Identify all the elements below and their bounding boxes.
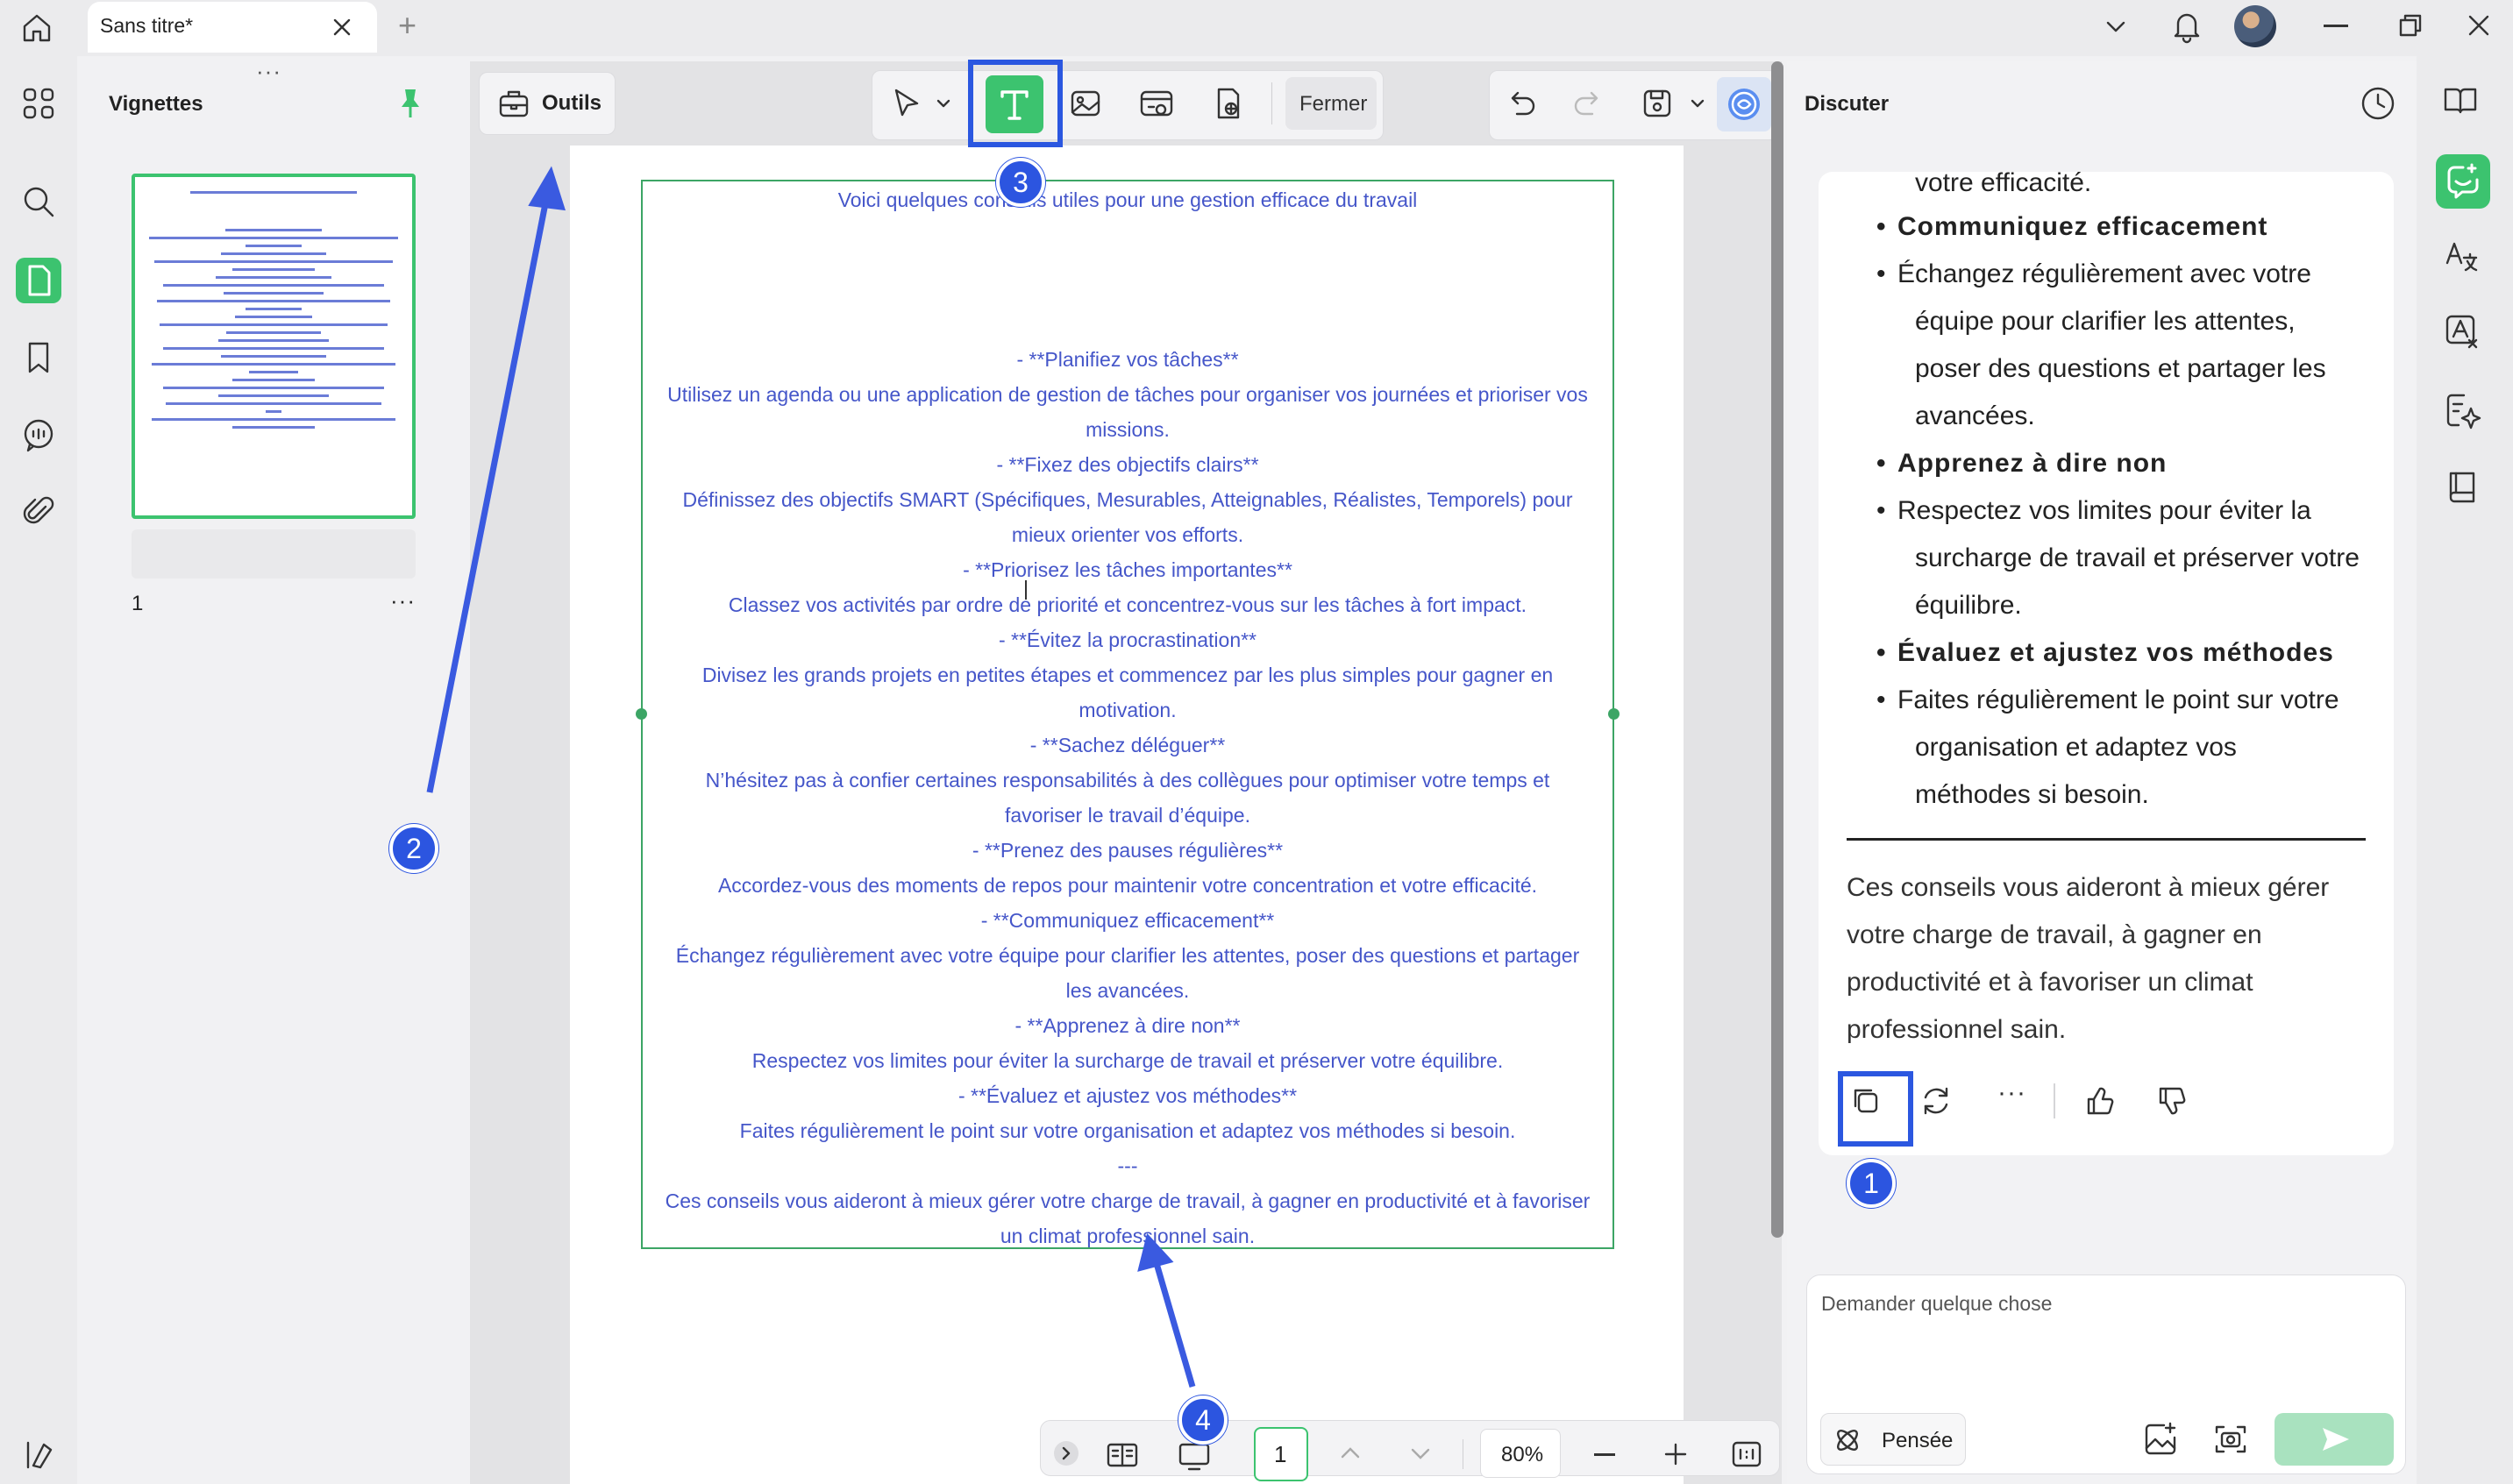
callout-1: 1 xyxy=(1847,1159,1896,1208)
callout-3: 3 xyxy=(996,158,1045,207)
callout-2: 2 xyxy=(389,824,438,873)
arrow-head-up xyxy=(528,166,566,211)
arrow-head-up xyxy=(1137,1232,1174,1272)
annotation-arrows xyxy=(426,166,1196,1388)
callout-4: 4 xyxy=(1178,1395,1228,1445)
